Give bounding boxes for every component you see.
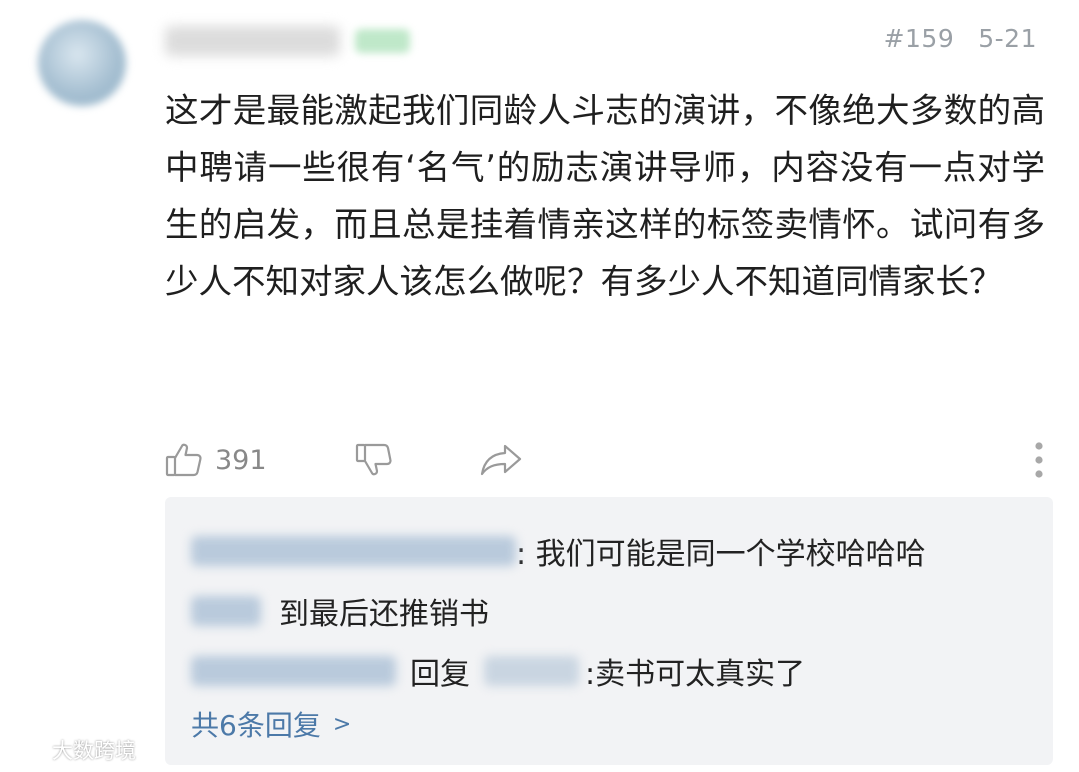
reply-text: 到最后还推销书 <box>279 597 489 632</box>
watermark-text: 大数跨境 <box>52 739 136 763</box>
share-icon <box>480 443 522 477</box>
more-button[interactable] <box>1033 435 1045 485</box>
reply-text: : 我们可能是同一个学校哈哈哈 <box>516 537 926 572</box>
comment-date: 5-21 <box>978 24 1037 53</box>
chevron-right-icon: > <box>332 711 352 737</box>
floor-number: #159 <box>883 24 955 53</box>
thumbs-down-icon <box>355 442 393 478</box>
reply-author-blurred[interactable] <box>191 656 396 686</box>
comment-actions: 391 <box>165 435 1045 485</box>
comment-meta: #159 5-21 <box>884 24 1037 53</box>
thumbs-up-icon <box>165 442 203 478</box>
reply-to-label: 回复 <box>410 657 470 692</box>
user-badge-blurred <box>355 29 410 53</box>
view-all-label: 共6条回复 <box>191 709 321 742</box>
share-button[interactable] <box>480 435 522 485</box>
username-blurred[interactable] <box>165 26 340 56</box>
reply-item[interactable]: 回复 :卖书可太真实了 <box>191 649 805 693</box>
reply-author-blurred[interactable] <box>191 536 516 566</box>
reply-target-blurred[interactable] <box>484 656 579 686</box>
reply-item[interactable]: : 我们可能是同一个学校哈哈哈 <box>191 529 926 573</box>
reply-text: :卖书可太真实了 <box>585 657 806 692</box>
more-vertical-icon <box>1033 440 1045 480</box>
reply-item[interactable]: 到最后还推销书 <box>191 589 489 633</box>
dislike-button[interactable] <box>355 435 393 485</box>
view-all-replies-link[interactable]: 共6条回复 > <box>191 704 351 744</box>
weibo-logo-icon <box>14 736 52 765</box>
watermark: 大数跨境 <box>14 735 136 765</box>
like-count: 391 <box>215 444 267 476</box>
like-button[interactable]: 391 <box>165 435 267 485</box>
replies-panel: : 我们可能是同一个学校哈哈哈 到最后还推销书 回复 :卖书可太真实了 共6条回… <box>165 497 1053 765</box>
avatar[interactable] <box>38 20 126 106</box>
comment-text: 这才是最能激起我们同龄人斗志的演讲，不像绝大多数的高中聘请一些很有‘名气’的励志… <box>165 91 1045 301</box>
reply-author-blurred[interactable] <box>191 596 261 626</box>
